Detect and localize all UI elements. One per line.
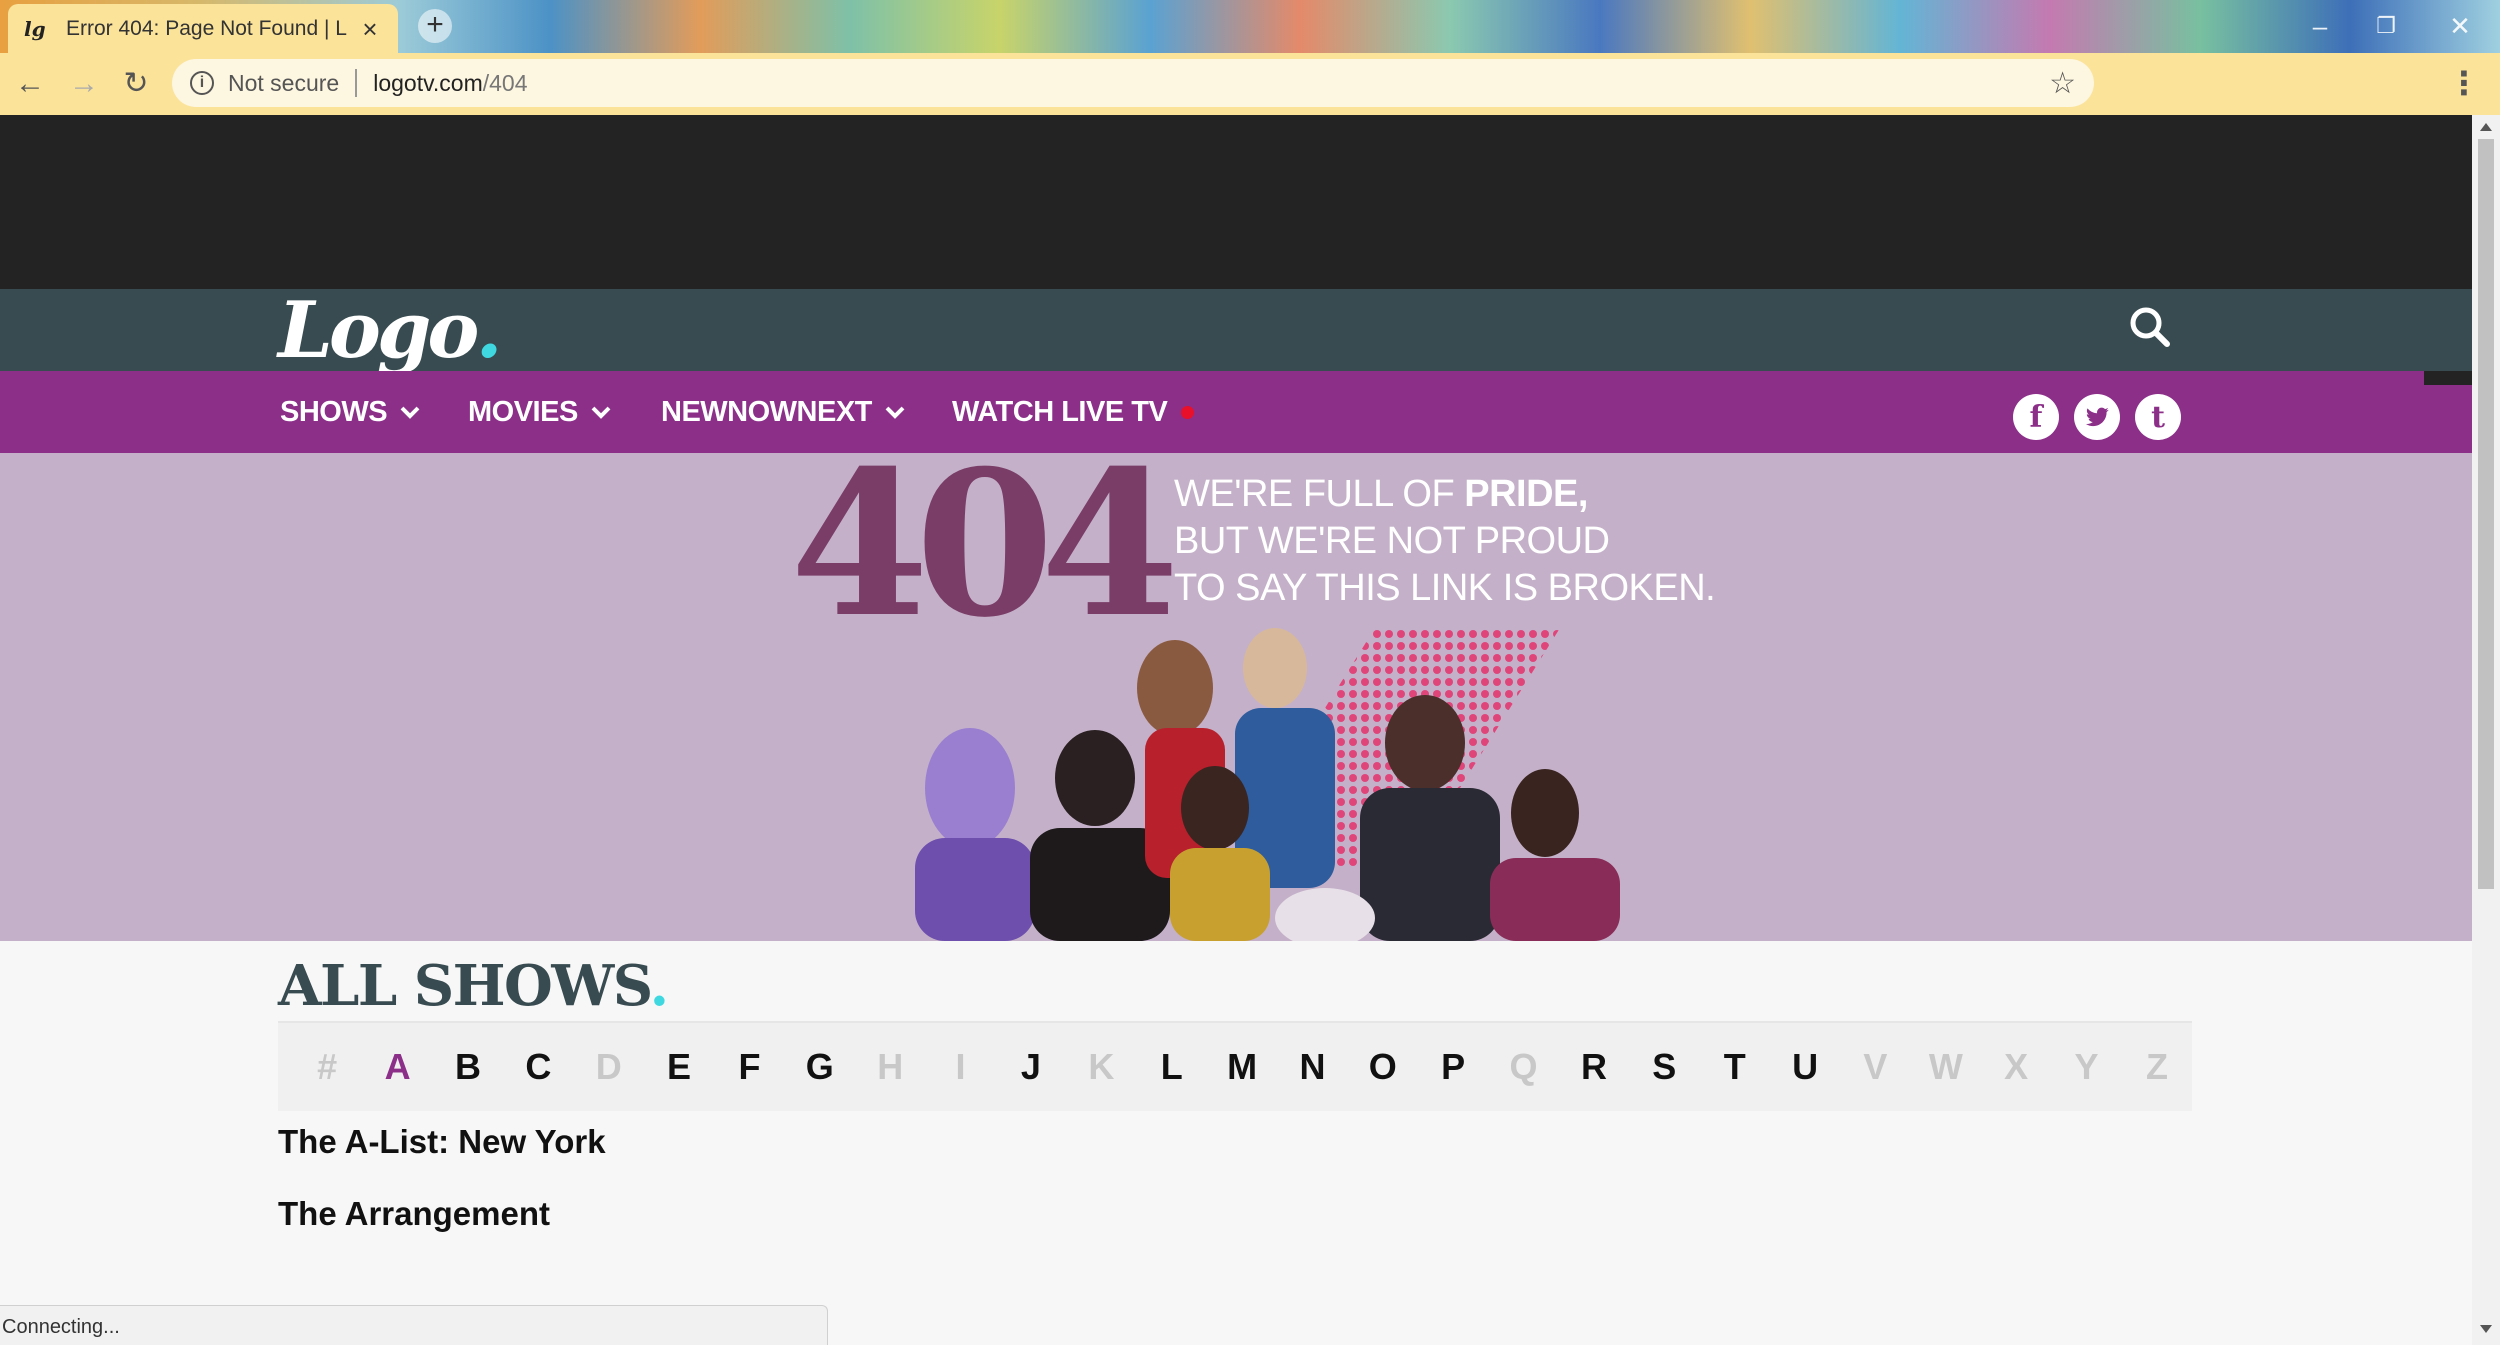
letter-filter-y: Y <box>2074 1046 2099 1087</box>
letter-filter-v: V <box>1863 1046 1888 1087</box>
section-title: ALL SHOWS. <box>278 953 669 1019</box>
letter-filter-x: X <box>2004 1046 2029 1087</box>
letter-filter-a[interactable]: A <box>362 1046 432 1088</box>
letter-filter-f[interactable]: F <box>714 1046 784 1088</box>
letter-filter-m[interactable]: M <box>1207 1046 1277 1088</box>
browser-window: lg Error 404: Page Not Found | LOGO × + … <box>0 0 2500 1345</box>
error-message: WE'RE FULL OF PRIDE, BUT WE'RE NOT PROUD… <box>1174 473 1716 609</box>
letter-filter-z: Z <box>2145 1046 2168 1087</box>
chevron-down-icon <box>591 406 611 419</box>
cast-photo <box>915 628 1620 941</box>
tab-title: Error 404: Page Not Found | LOGO <box>66 16 348 40</box>
letter-filter-s[interactable]: S <box>1629 1046 1699 1088</box>
letter-filter-hash: # <box>317 1046 338 1087</box>
nav-movies[interactable]: MOVIES <box>468 371 612 453</box>
letter-filter-u[interactable]: U <box>1770 1046 1840 1088</box>
url-text[interactable]: logotv.com/404 <box>373 70 2049 97</box>
ad-banner <box>0 115 2472 289</box>
letter-filter-l[interactable]: L <box>1137 1046 1207 1088</box>
letter-filter-k: K <box>1088 1046 1115 1087</box>
letter-filter-r[interactable]: R <box>1559 1046 1629 1088</box>
nav-label: WATCH LIVE TV <box>952 395 1168 428</box>
live-indicator <box>1181 405 1195 419</box>
maximize-icon[interactable]: ❐ <box>2366 8 2406 44</box>
menu-icon[interactable]: ⋮ <box>2448 65 2480 101</box>
web-page: Logo. SHOWS MOVIES NEWNOWNEXT WATCH LIVE… <box>0 115 2472 1345</box>
site-logo[interactable]: Logo. <box>278 285 503 376</box>
nav-label: NEWNOWNEXT <box>661 395 872 428</box>
status-bar: Connecting... <box>0 1305 828 1345</box>
reload-icon[interactable]: ↻ <box>118 66 154 102</box>
tab-close-icon[interactable]: × <box>358 16 382 42</box>
bookmark-star-icon[interactable]: ☆ <box>2049 66 2076 101</box>
scroll-down-icon[interactable] <box>2480 1325 2492 1333</box>
letter-filter-q: Q <box>1509 1046 1538 1087</box>
main-nav: SHOWS MOVIES NEWNOWNEXT WATCH LIVE TV f … <box>0 371 2472 453</box>
alphabet-filter: # A B C D E F G H I J K L M N O P Q R S T U V W X Y Z <box>278 1021 2192 1111</box>
error-hero: 404 WE'RE FULL OF PRIDE, BUT WE'RE NOT P… <box>0 453 2472 941</box>
letter-filter-h: H <box>877 1046 904 1087</box>
letter-filter-c[interactable]: C <box>503 1046 573 1088</box>
search-icon[interactable] <box>2128 305 2172 349</box>
back-icon[interactable]: ← <box>12 66 48 102</box>
letter-filter-t[interactable]: T <box>1700 1046 1770 1088</box>
show-link[interactable]: The Arrangement <box>278 1195 550 1233</box>
address-bar[interactable]: i Not secure logotv.com/404 ☆ <box>172 59 2094 107</box>
chevron-down-icon <box>885 406 905 419</box>
letter-filter-b[interactable]: B <box>433 1046 503 1088</box>
letter-filter-i: I <box>955 1046 966 1087</box>
nav-newnownext[interactable]: NEWNOWNEXT <box>661 371 906 453</box>
twitter-icon[interactable] <box>2074 394 2120 440</box>
close-icon[interactable]: ✕ <box>2440 8 2480 44</box>
security-label[interactable]: Not secure <box>228 70 339 97</box>
letter-filter-e[interactable]: E <box>644 1046 714 1088</box>
chevron-down-icon <box>400 406 420 419</box>
nav-notch <box>2424 371 2472 385</box>
logo-favicon-icon: lg <box>24 16 46 41</box>
letter-filter-p[interactable]: P <box>1418 1046 1488 1088</box>
browser-toolbar: ← → ↻ i Not secure logotv.com/404 ☆ ⋮ <box>0 53 2500 115</box>
forward-icon[interactable]: → <box>66 66 102 102</box>
facebook-icon[interactable]: f <box>2013 394 2059 440</box>
scroll-thumb[interactable] <box>2478 139 2494 889</box>
nav-label: MOVIES <box>468 395 578 428</box>
nav-shows[interactable]: SHOWS <box>280 371 421 453</box>
new-tab-button[interactable]: + <box>418 9 452 43</box>
letter-filter-w: W <box>1928 1046 1963 1087</box>
letter-filter-g[interactable]: G <box>785 1046 855 1088</box>
nav-watch-live-tv[interactable]: WATCH LIVE TV <box>952 371 1195 453</box>
letter-filter-o[interactable]: O <box>1348 1046 1418 1088</box>
vertical-scrollbar[interactable] <box>2472 115 2500 1345</box>
letter-filter-n[interactable]: N <box>1277 1046 1347 1088</box>
info-icon[interactable]: i <box>190 71 214 95</box>
minimize-icon[interactable]: – <box>2300 8 2340 44</box>
letter-filter-j[interactable]: J <box>996 1046 1066 1088</box>
nav-label: SHOWS <box>280 395 388 428</box>
error-code: 404 <box>790 453 1180 662</box>
omnibox-divider <box>355 69 358 97</box>
site-header: Logo. <box>0 285 2472 376</box>
tumblr-icon[interactable]: t <box>2135 394 2181 440</box>
tab-strip: lg Error 404: Page Not Found | LOGO × + … <box>0 0 2500 53</box>
show-link[interactable]: The A-List: New York <box>278 1123 606 1161</box>
browser-tab[interactable]: lg Error 404: Page Not Found | LOGO × <box>8 4 398 53</box>
scroll-up-icon[interactable] <box>2480 123 2492 131</box>
letter-filter-d: D <box>595 1046 622 1087</box>
